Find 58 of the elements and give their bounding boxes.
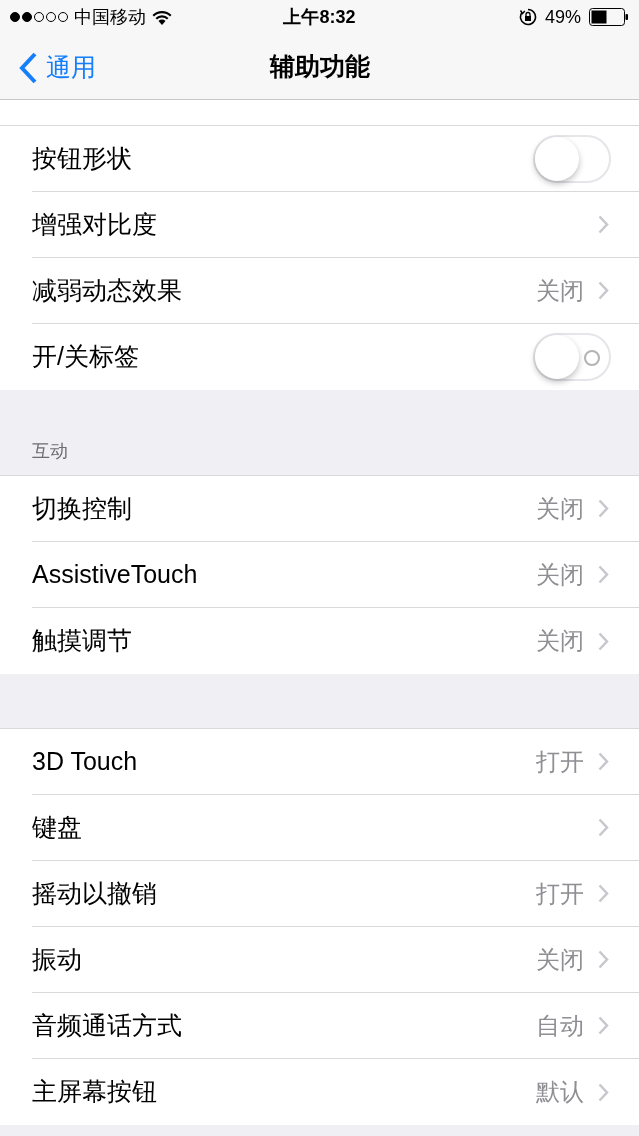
wifi-icon — [152, 9, 172, 25]
row-label: 减弱动态效果 — [32, 274, 182, 306]
toggle-switch[interactable] — [533, 134, 611, 183]
settings-row[interactable]: 主屏幕按钮 默认 — [32, 1059, 639, 1125]
battery-icon — [589, 8, 629, 26]
rotation-lock-icon — [518, 8, 537, 26]
chevron-right-icon — [598, 499, 609, 518]
back-button[interactable]: 通用 — [18, 49, 96, 87]
chevron-right-icon — [598, 215, 609, 234]
settings-row[interactable]: 振动 关闭 — [32, 927, 639, 993]
row-label: 主屏幕按钮 — [32, 1076, 157, 1108]
settings-row[interactable]: AssistiveTouch 关闭 — [32, 542, 639, 608]
chevron-right-icon — [598, 1082, 609, 1102]
row-value: 关闭 — [536, 275, 584, 306]
chevron-right-icon — [598, 1016, 609, 1035]
chevron-right-icon — [598, 565, 609, 584]
row-value: 关闭 — [536, 559, 584, 590]
settings-row[interactable]: 按钮形状 — [32, 126, 639, 192]
settings-row[interactable]: 切换控制 关闭 — [32, 476, 639, 542]
settings-row[interactable]: 减弱动态效果 关闭 — [32, 258, 639, 324]
settings-row[interactable]: 3D Touch 打开 — [32, 729, 639, 795]
row-value: 默认 — [536, 1077, 584, 1107]
page-title: 辅助功能 — [269, 50, 370, 82]
chevron-right-icon — [598, 752, 609, 771]
row-label: 摇动以撤销 — [32, 877, 157, 909]
row-value: 关闭 — [536, 944, 584, 975]
chevron-right-icon — [598, 950, 609, 969]
settings-row[interactable]: 触摸调节 关闭 — [32, 608, 639, 674]
row-value: 自动 — [536, 1010, 584, 1041]
row-label: 切换控制 — [32, 492, 132, 524]
settings-row[interactable]: 键盘 — [32, 795, 639, 861]
row-label: 振动 — [32, 943, 82, 975]
row-label: AssistiveTouch — [32, 558, 198, 590]
row-label: 3D Touch — [32, 745, 138, 777]
row-label: 音频通话方式 — [32, 1009, 182, 1041]
row-label: 开/关标签 — [32, 341, 139, 373]
row-label: 键盘 — [32, 811, 82, 843]
chevron-right-icon — [598, 281, 609, 300]
chevron-right-icon — [598, 884, 609, 903]
chevron-left-icon — [18, 51, 38, 84]
row-value: 关闭 — [536, 626, 584, 656]
carrier-name: 中国移动 — [74, 5, 146, 29]
clock-time: 上午8:32 — [283, 5, 356, 29]
settings-row[interactable]: 增强对比度 — [32, 192, 639, 258]
settings-row[interactable]: 摇动以撤销 打开 — [32, 861, 639, 927]
row-value: 打开 — [536, 746, 584, 777]
row-label: 按钮形状 — [32, 142, 132, 174]
chevron-right-icon — [598, 818, 609, 837]
row-value: 关闭 — [536, 493, 584, 524]
toggle-switch[interactable] — [533, 333, 611, 381]
row-label: 触摸调节 — [32, 625, 132, 657]
row-label: 增强对比度 — [32, 208, 157, 240]
settings-row[interactable]: 开/关标签 — [32, 324, 639, 390]
chevron-right-icon — [598, 631, 609, 651]
settings-row[interactable]: 音频通话方式 自动 — [32, 993, 639, 1059]
row-value: 打开 — [536, 878, 584, 909]
section-header: 互动 — [32, 440, 68, 463]
battery-percent: 49% — [544, 5, 581, 29]
